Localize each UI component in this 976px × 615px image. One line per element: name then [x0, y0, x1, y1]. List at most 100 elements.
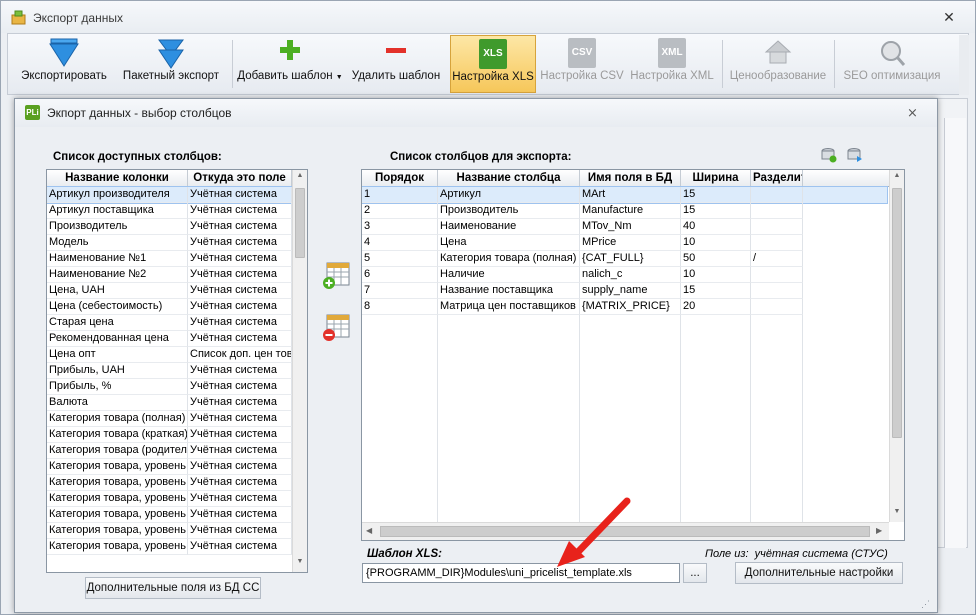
dialog-close-icon[interactable]: ⨯: [907, 105, 918, 121]
db-field-cell: {CAT_FULL}: [580, 251, 681, 267]
table-row[interactable]: 8 Матрица цен поставщиков {MATRIX_PRICE} 20: [362, 299, 887, 315]
column-header[interactable]: Название столбца: [438, 170, 580, 187]
table-row[interactable]: Категория товара (полная) Учётная система: [47, 411, 292, 427]
dropdown-caret-icon: ▼: [335, 74, 343, 81]
column-source-cell: Учётная система: [188, 187, 292, 203]
table-row[interactable]: Категория товара, уровень 5 Учётная систе…: [47, 523, 292, 539]
delete-template-button[interactable]: Удалить шаблон: [350, 35, 442, 93]
table-row[interactable]: Категория товара, уровень 2 Учётная систе…: [47, 475, 292, 491]
table-row[interactable]: Категория товара, уровень 4 Учётная систе…: [47, 507, 292, 523]
add-column-icon[interactable]: [321, 261, 351, 291]
separator-cell: /: [751, 251, 803, 267]
column-name-cell: Артикул производителя: [47, 187, 188, 203]
table-row[interactable]: Рекомендованная цена Учётная система: [47, 331, 292, 347]
column-header[interactable]: Порядок: [362, 170, 438, 187]
window-close-icon[interactable]: ✕: [941, 9, 957, 25]
toolbar-scroll-handle[interactable]: [959, 35, 969, 95]
export-button[interactable]: Экспортировать: [16, 35, 112, 93]
remove-column-icon[interactable]: [321, 313, 351, 343]
extra-settings-button[interactable]: Дополнительные настройки: [735, 562, 903, 584]
width-cell: 15: [681, 283, 751, 299]
browse-button[interactable]: ...: [683, 563, 707, 583]
column-title-cell: Название поставщика: [438, 283, 580, 299]
table-row[interactable]: Артикул поставщика Учётная система: [47, 203, 292, 219]
database-add-icon[interactable]: [821, 147, 837, 163]
scroll-down-icon[interactable]: ▼: [293, 558, 307, 565]
xml-file-icon: XML: [658, 38, 686, 68]
xls-settings-button[interactable]: XLS Настройка XLS: [450, 35, 536, 93]
table-row[interactable]: Категория товара (родитель) Учётная систе…: [47, 443, 292, 459]
scrollbar-thumb[interactable]: [892, 188, 902, 438]
available-columns-table[interactable]: Название колонки Откуда это поле Артикул…: [46, 169, 308, 573]
column-header[interactable]: Разделитель: [751, 170, 803, 187]
table-row[interactable]: Производитель Учётная система: [47, 219, 292, 235]
csv-settings-button[interactable]: CSV Настройка CSV: [540, 35, 624, 93]
scroll-up-icon[interactable]: ▲: [293, 172, 307, 179]
scroll-left-icon[interactable]: ◀: [366, 526, 372, 535]
table-row[interactable]: Прибыль, % Учётная система: [47, 379, 292, 395]
separator-cell: [751, 299, 803, 315]
column-title-cell: Цена: [438, 235, 580, 251]
column-title-cell: Артикул: [438, 187, 580, 203]
table-row[interactable]: 5 Категория товара (полная) {CAT_FULL} 50/: [362, 251, 887, 267]
separator-cell: [751, 219, 803, 235]
export-columns-caption: Список столбцов для экспорта:: [390, 151, 572, 163]
table-row[interactable]: 2 Производитель Manufacture 15: [362, 203, 887, 219]
db-field-cell: nalich_c: [580, 267, 681, 283]
table-row[interactable]: Наименование №2 Учётная система: [47, 267, 292, 283]
database-export-icon[interactable]: [847, 147, 863, 163]
column-header[interactable]: Откуда это поле: [188, 170, 292, 187]
table-row[interactable]: Прибыль, UAH Учётная система: [47, 363, 292, 379]
window-title: Экспорт данных: [33, 11, 123, 25]
table-row[interactable]: 7 Название поставщика supply_name 15: [362, 283, 887, 299]
table-row[interactable]: Категория товара, уровень 1 Учётная систе…: [47, 459, 292, 475]
plus-icon: [280, 40, 300, 60]
column-source-cell: Учётная система: [188, 299, 292, 315]
table-row[interactable]: 3 Наименование MTov_Nm 40: [362, 219, 887, 235]
scroll-down-icon[interactable]: ▼: [890, 508, 904, 515]
seo-label: SEO оптимизация: [843, 70, 941, 82]
table-row[interactable]: Валюта Учётная система: [47, 395, 292, 411]
xml-settings-button[interactable]: XML Настройка XML: [628, 35, 716, 93]
pricing-button[interactable]: Ценообразование: [726, 35, 830, 93]
export-columns-scrollbar[interactable]: ▲ ▼: [889, 170, 904, 522]
xls-file-icon: XLS: [479, 39, 507, 69]
seo-button[interactable]: SEO оптимизация: [838, 35, 946, 93]
export-columns-table[interactable]: Порядок Название столбца Имя поля в БД Ш…: [361, 169, 905, 541]
available-columns-scrollbar[interactable]: ▲ ▼: [292, 170, 307, 572]
add-template-label: Добавить шаблон ▼: [237, 70, 343, 82]
table-row[interactable]: 4 Цена MPrice 10: [362, 235, 887, 251]
table-row[interactable]: Цена, UAH Учётная система: [47, 283, 292, 299]
column-header[interactable]: Ширина: [681, 170, 751, 187]
table-row[interactable]: Наименование №1 Учётная система: [47, 251, 292, 267]
background-scroll-area: [944, 118, 966, 548]
scrollbar-thumb[interactable]: [295, 188, 305, 258]
scroll-up-icon[interactable]: ▲: [890, 172, 904, 179]
table-row[interactable]: Старая цена Учётная система: [47, 315, 292, 331]
separator-cell: [751, 267, 803, 283]
add-template-button[interactable]: Добавить шаблон ▼: [236, 35, 344, 93]
table-row[interactable]: Артикул производителя Учётная система: [47, 186, 293, 204]
seo-magnifier-icon: [881, 41, 906, 66]
column-source-cell: Учётная система: [188, 379, 292, 395]
table-row[interactable]: Цена оптСписок доп. цен товара: [47, 347, 292, 363]
column-header[interactable]: Название колонки: [47, 170, 188, 187]
scroll-right-icon[interactable]: ▶: [876, 526, 882, 535]
extra-db-fields-button[interactable]: Дополнительные поля из БД СС: [85, 577, 261, 599]
toolbar-separator: [232, 40, 233, 88]
table-row[interactable]: Категория товара, уровень 3 Учётная систе…: [47, 491, 292, 507]
table-row[interactable]: 6 Наличие nalich_c 10: [362, 267, 887, 283]
field-from-label: Поле из: учётная система (СТУС): [705, 548, 888, 560]
export-arrow-icon: [49, 38, 79, 67]
column-name-cell: Категория товара, уровень 3: [47, 491, 188, 507]
table-row[interactable]: Цена (себестоимость) Учётная система: [47, 299, 292, 315]
resize-grip-icon[interactable]: ⋰: [921, 599, 930, 610]
table-row[interactable]: Категория товара (краткая) Учётная систем…: [47, 427, 292, 443]
column-header[interactable]: Имя поля в БД: [580, 170, 681, 187]
column-source-cell: Список доп. цен товара: [188, 347, 292, 363]
batch-export-button[interactable]: Пакетный экспорт: [116, 35, 226, 93]
column-source-cell: Учётная система: [188, 491, 292, 507]
table-row[interactable]: 1 Артикул MArt 15: [362, 186, 888, 204]
table-row[interactable]: Категория товара, уровень 6 Учётная систе…: [47, 539, 292, 555]
table-row[interactable]: Модель Учётная система: [47, 235, 292, 251]
